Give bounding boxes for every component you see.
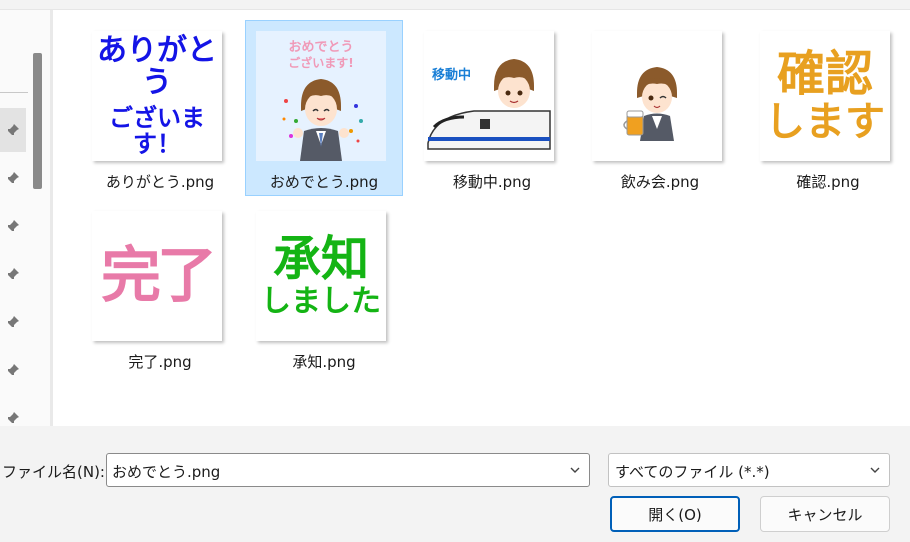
pin-icon: [7, 268, 19, 280]
chevron-down-icon[interactable]: [569, 464, 581, 476]
sticker-line: ございます!: [288, 55, 353, 70]
filename-value[interactable]: おめでとう.png: [112, 461, 220, 482]
chevron-down-icon[interactable]: [869, 464, 881, 476]
file-item-selected[interactable]: おめでとう ございます! おめでとう.png: [245, 20, 403, 196]
sticker-line: します: [765, 99, 885, 146]
quick-access-item-4[interactable]: [0, 252, 26, 296]
file-item[interactable]: 承知 しました 承知.png: [245, 200, 403, 376]
file-name: おめでとう.png: [269, 173, 379, 191]
dialog-footer: ファイル名(N): おめでとう.png すべてのファイル (*.*) 開く(O)…: [0, 426, 910, 542]
file-item[interactable]: 移動中 移動中.png: [413, 20, 571, 196]
file-thumbnail: 完了: [92, 211, 222, 341]
sticker-line: しました: [261, 284, 381, 320]
file-thumbnail: 承知 しました: [256, 211, 386, 341]
quick-access-item-2[interactable]: [0, 156, 26, 200]
file-thumbnail: 確認 します: [760, 31, 890, 161]
nav-scrollbar[interactable]: [30, 10, 50, 426]
file-item[interactable]: 完了 完了.png: [81, 200, 239, 376]
quick-access-item-1[interactable]: [0, 108, 26, 152]
quick-access-item-5[interactable]: [0, 300, 26, 344]
sticker-line: ありがとう: [97, 33, 217, 100]
file-item[interactable]: 確認 します 確認.png: [749, 20, 907, 196]
navigation-pane: [0, 10, 30, 426]
sticker-line: 移動中: [432, 67, 471, 83]
filetype-value: すべてのファイル (*.*): [615, 463, 770, 481]
sticker-line: 承知: [272, 231, 369, 288]
file-name: 飲み会.png: [620, 173, 700, 191]
pin-icon: [7, 220, 19, 232]
sticker-line: おめでとう: [288, 40, 353, 55]
file-name: 確認.png: [796, 173, 860, 191]
file-thumbnail: ありがとう ございます！: [92, 31, 222, 161]
cancel-button[interactable]: キャンセル: [760, 496, 890, 532]
sticker-line: 確認: [776, 45, 873, 102]
file-thumbnail: [592, 31, 722, 161]
file-item[interactable]: ありがとう ございます！ ありがとう.png: [81, 20, 239, 196]
file-name: 移動中.png: [452, 173, 532, 191]
filename-input[interactable]: おめでとう.png: [106, 453, 590, 487]
file-name: ありがとう.png: [105, 173, 215, 191]
train-illustration: 移動中: [424, 31, 554, 161]
open-button[interactable]: 開く(O): [610, 496, 740, 532]
drinking-illustration: [592, 31, 722, 161]
sticker-line: ございます！: [109, 104, 205, 158]
file-name: 完了.png: [128, 353, 192, 371]
pin-icon: [7, 124, 19, 136]
pin-icon: [7, 412, 19, 424]
nav-scrollbar-thumb[interactable]: [33, 53, 42, 189]
file-thumbnail: 移動中: [424, 31, 554, 161]
top-strip: [0, 0, 910, 10]
nav-divider: [0, 92, 28, 93]
file-list: ありがとう ございます！ ありがとう.png おめでとう ございます! おめでと…: [53, 10, 910, 426]
sticker-line: 完了: [101, 241, 217, 311]
filename-label: ファイル名(N):: [2, 463, 105, 481]
quick-access-item-3[interactable]: [0, 204, 26, 248]
pin-icon: [7, 172, 19, 184]
file-item[interactable]: 飲み会.png: [581, 20, 739, 196]
filetype-select[interactable]: すべてのファイル (*.*): [608, 453, 890, 487]
file-name: 承知.png: [292, 353, 356, 371]
character-illustration: おめでとう ございます!: [256, 31, 386, 161]
file-thumbnail: おめでとう ございます!: [256, 31, 386, 161]
quick-access-item-6[interactable]: [0, 348, 26, 392]
pin-icon: [7, 316, 19, 328]
pin-icon: [7, 364, 19, 376]
file-open-dialog: ありがとう ございます！ ありがとう.png おめでとう ございます! おめでと…: [0, 0, 910, 542]
